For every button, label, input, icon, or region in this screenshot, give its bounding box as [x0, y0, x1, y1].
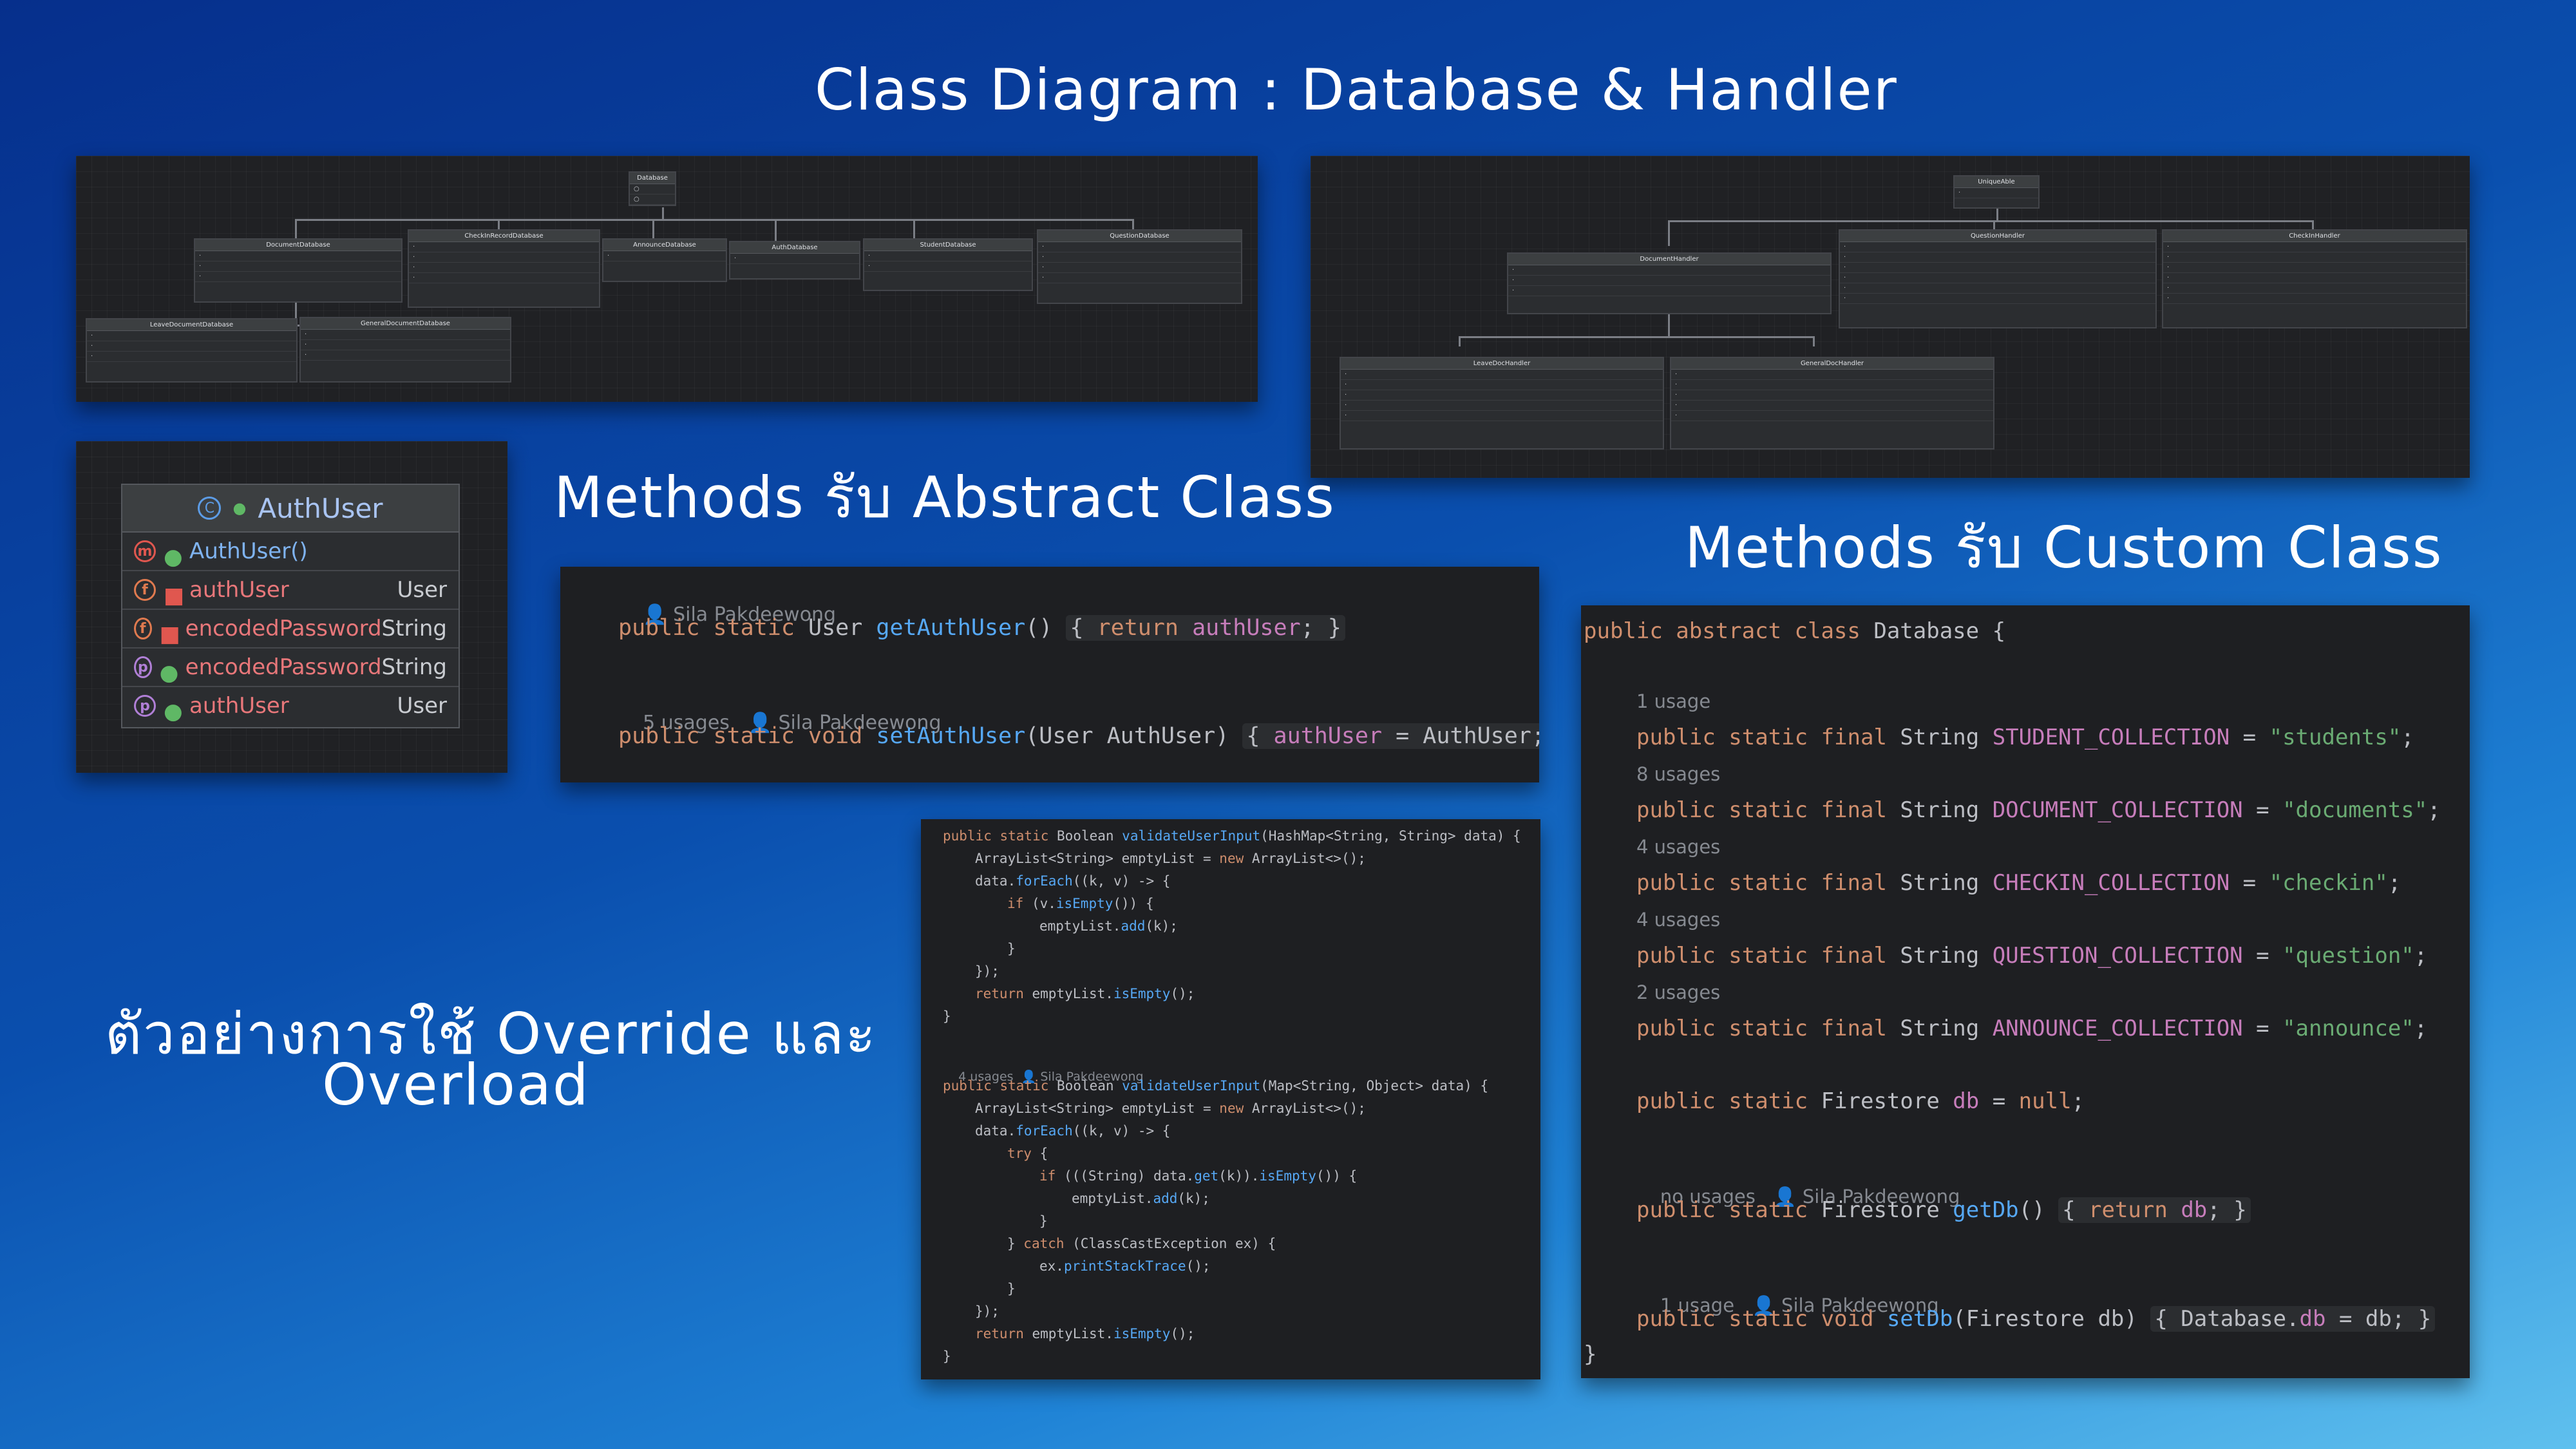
uml-document-handler-title: DocumentHandler	[1508, 254, 1830, 265]
authuser-row-field-encodedpassword: f ■ encodedPassword String	[122, 610, 459, 649]
uml-checkin-database: CheckInRecordDatabase · · · ·	[408, 229, 600, 308]
caption-override-line2: Overload	[322, 1052, 590, 1118]
authuser-card-title: AuthUser	[258, 492, 383, 524]
authuser-row-type: String	[381, 654, 447, 680]
authuser-code-panel: 👤 Sila Pakdeewong public static User get…	[560, 567, 1539, 782]
usage-count: 4 usages	[1636, 909, 1721, 931]
public-icon: ●	[159, 660, 179, 686]
public-lock-icon: ●	[232, 499, 247, 517]
uml-question-database: QuestionDatabase · · · ·	[1037, 229, 1242, 304]
uml-general-document-database-title: GeneralDocumentDatabase	[301, 318, 510, 330]
property-icon: p	[134, 695, 156, 717]
authuser-card-header: C ● AuthUser	[122, 485, 459, 533]
uml-document-handler: DocumentHandler · · ·	[1507, 252, 1832, 314]
uml-general-doc-handler: GeneralDocHandler · · · · ·	[1670, 357, 1994, 450]
uml-leave-document-database-title: LeaveDocumentDatabase	[87, 319, 296, 331]
validate-user-input-code-panel: public static Boolean validateUserInput(…	[921, 819, 1540, 1379]
page-title: Class Diagram : Database & Handler	[815, 57, 1898, 123]
code-line-getauthuser: public static User getAuthUser() { retur…	[618, 615, 1345, 641]
uml-document-database: DocumentDatabase · · ·	[194, 238, 402, 303]
uml-checkin-handler: CheckInHandler · · · · · ·	[2162, 229, 2467, 328]
authuser-row-type: User	[397, 577, 448, 603]
uml-student-database-title: StudentDatabase	[864, 240, 1032, 251]
method-icon: m	[134, 540, 156, 562]
public-icon: ●	[164, 544, 183, 570]
usage-count: 2 usages	[1636, 981, 1721, 1003]
authuser-row-name: authUser	[189, 577, 289, 603]
class-icon: C	[198, 497, 222, 520]
uml-question-database-title: QuestionDatabase	[1038, 231, 1241, 242]
authuser-row-name: encodedPassword	[185, 616, 382, 641]
uml-uniqueable: UniqueAble ·	[1953, 175, 2040, 209]
uml-announce-database: AnnounceDatabase ·	[602, 238, 727, 282]
uml-leave-doc-handler-title: LeaveDocHandler	[1341, 358, 1663, 370]
usage-count: 8 usages	[1636, 763, 1721, 785]
uml-question-handler-title: QuestionHandler	[1840, 231, 2155, 242]
uml-leave-doc-handler: LeaveDocHandler · · · · ·	[1340, 357, 1664, 450]
private-lock-icon: ■	[159, 621, 180, 647]
database-code-panel: public abstract class Database { 1 usage…	[1581, 605, 2470, 1378]
authuser-row-name: AuthUser()	[189, 538, 308, 564]
usage-count: 1 usage	[1636, 690, 1711, 712]
uml-question-handler: QuestionHandler · · · · · ·	[1839, 229, 2157, 328]
authuser-row-property-encodedpassword: p ● encodedPassword String	[122, 649, 459, 687]
uml-announce-database-title: AnnounceDatabase	[603, 240, 726, 251]
private-lock-icon: ■	[164, 583, 185, 609]
uml-document-database-title: DocumentDatabase	[195, 240, 401, 251]
field-icon: f	[134, 618, 152, 639]
uml-general-document-database: GeneralDocumentDatabase · · ·	[299, 317, 511, 383]
authuser-row-constructor: m ● AuthUser()	[122, 533, 459, 571]
code-line-setauthuser: public static void setAuthUser(User Auth…	[618, 723, 1539, 749]
uml-database-title: Database	[630, 173, 675, 184]
uml-checkin-database-title: CheckInRecordDatabase	[409, 231, 599, 242]
authuser-row-field-authuser: f ■ authUser User	[122, 571, 459, 610]
uml-uniqueable-title: UniqueAble	[1955, 176, 2038, 188]
uml-leave-document-database: LeaveDocumentDatabase · · ·	[86, 318, 298, 383]
uml-student-database: StudentDatabase · ·	[863, 238, 1033, 291]
authuser-row-type: String	[381, 616, 447, 641]
uml-database: Database ○ ○	[629, 171, 676, 206]
database-class-diagram: Database ○ ○ DocumentDatabase · · · CheckIn…	[76, 156, 1258, 402]
authuser-row-property-authuser: p ● authUser User	[122, 687, 459, 724]
caption-custom-class: Methods รับ Custom Class	[1685, 515, 2443, 581]
property-icon: p	[134, 656, 152, 678]
authuser-class-card: C ● AuthUser m ● AuthUser() f ■ authUser…	[121, 484, 460, 728]
uml-auth-database: AuthDatabase ·	[729, 241, 860, 279]
uml-checkin-handler-title: CheckInHandler	[2163, 231, 2466, 242]
caption-abstract-class: Methods รับ Abstract Class	[554, 464, 1336, 531]
authuser-row-type: User	[397, 693, 448, 719]
authuser-row-name: authUser	[189, 693, 289, 719]
field-icon: f	[134, 579, 156, 601]
usage-count: 4 usages	[1636, 836, 1721, 858]
authuser-row-name: encodedPassword	[185, 654, 382, 680]
handler-class-diagram: UniqueAble · DocumentHandler · · · Questio…	[1311, 156, 2470, 478]
public-icon: ●	[164, 699, 183, 724]
uml-general-doc-handler-title: GeneralDocHandler	[1671, 358, 1993, 370]
uml-auth-database-title: AuthDatabase	[730, 242, 859, 254]
